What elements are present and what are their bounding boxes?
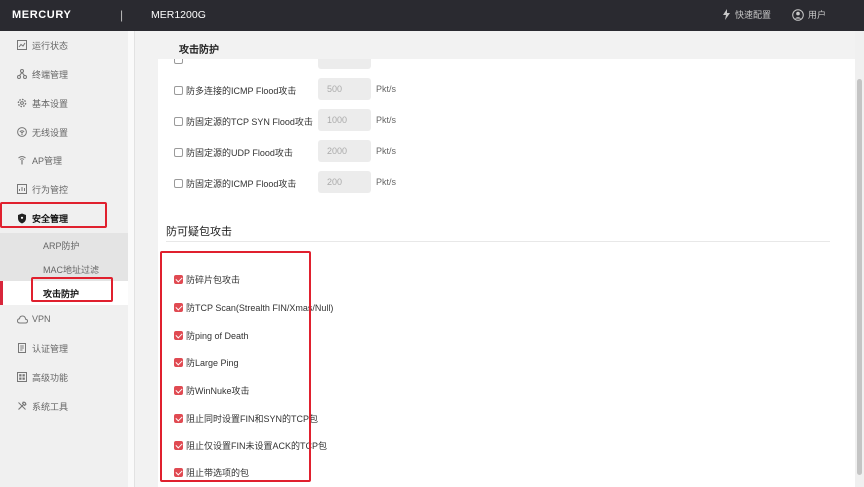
flood-row-tcp-syn: 防固定源的TCP SYN Flood攻击 xyxy=(174,115,313,128)
sidebar-item-ap[interactable]: AP管理 xyxy=(0,147,128,173)
model-name: MER1200G xyxy=(151,9,206,21)
cloud-icon xyxy=(16,313,28,325)
sidebar-item-label: 高级功能 xyxy=(32,372,69,383)
sidebar-item-label: 终端管理 xyxy=(32,69,69,80)
sidebar-subitem-label: MAC地址过滤 xyxy=(43,264,99,275)
partial-number-input[interactable] xyxy=(318,59,371,69)
sidebar-item-label: 行为管控 xyxy=(32,184,69,195)
sidebar-item-tools[interactable]: 系统工具 xyxy=(0,393,128,419)
highlight-security-menu xyxy=(0,202,107,228)
sidebar-item-label: 无线设置 xyxy=(32,127,69,138)
sidebar-item-basic[interactable]: 基本设置 xyxy=(0,90,128,116)
user-icon xyxy=(792,8,804,21)
user-menu-button[interactable]: 用户 xyxy=(792,8,826,21)
flood-threshold-input[interactable]: 200 xyxy=(318,171,371,193)
sidebar-subitem-arp[interactable]: ARP防护 xyxy=(0,233,128,257)
gear-icon xyxy=(16,97,28,109)
checkbox[interactable] xyxy=(174,148,183,157)
sidebar-item-label: 系统工具 xyxy=(32,401,69,412)
monitor-icon xyxy=(16,39,28,51)
quick-setup-button[interactable]: 快速配置 xyxy=(722,8,771,21)
sidebar-item-label: 运行状态 xyxy=(32,40,69,51)
sidebar-item-label: 认证管理 xyxy=(32,343,69,354)
advanced-icon xyxy=(16,371,28,383)
quick-setup-label: 快速配置 xyxy=(735,10,772,20)
brand-logo: MERCURY xyxy=(12,9,72,21)
unit-label: Pkt/s xyxy=(376,84,397,94)
network-icon xyxy=(16,68,28,80)
sidebar-item-vpn[interactable]: VPN xyxy=(0,306,128,332)
top-bar: MERCURY | MER1200G 快速配置 用户 xyxy=(0,0,864,31)
flood-row-partial xyxy=(174,59,186,64)
flood-row-udp: 防固定源的UDP Flood攻击 xyxy=(174,146,293,159)
unit-label: Pkt/s xyxy=(376,146,397,156)
user-label: 用户 xyxy=(808,10,827,20)
sidebar-item-label: AP管理 xyxy=(32,155,63,166)
highlight-attack-defense xyxy=(31,277,113,302)
sidebar-item-wireless[interactable]: 无线设置 xyxy=(0,119,128,145)
sidebar-item-terminal[interactable]: 终端管理 xyxy=(0,61,128,87)
flood-threshold-input[interactable]: 1000 xyxy=(318,109,371,131)
page-title: 攻击防护 xyxy=(179,45,219,56)
section-title: 防可疑包攻击 xyxy=(166,226,232,238)
behavior-icon xyxy=(16,183,28,195)
checkbox[interactable] xyxy=(174,59,183,64)
flood-row-label: 防多连接的ICMP Flood攻击 xyxy=(186,86,297,96)
lightning-icon xyxy=(723,9,730,20)
flood-threshold-input[interactable]: 500 xyxy=(318,78,371,100)
clipped-row-area xyxy=(135,59,855,87)
ap-icon xyxy=(16,154,28,166)
checkbox[interactable] xyxy=(174,117,183,126)
sidebar-subitem-label: ARP防护 xyxy=(43,240,80,251)
checkbox[interactable] xyxy=(174,86,183,95)
unit-label: Pkt/s xyxy=(376,115,397,125)
wifi-icon xyxy=(16,126,28,138)
flood-row-label: 防固定源的ICMP Flood攻击 xyxy=(186,179,297,189)
sidebar-scrollbar[interactable] xyxy=(128,31,135,487)
flood-threshold-input[interactable]: 2000 xyxy=(318,140,371,162)
scrollbar-thumb[interactable] xyxy=(857,79,862,475)
sidebar-item-advanced[interactable]: 高级功能 xyxy=(0,364,128,390)
tools-icon xyxy=(16,400,28,412)
header-separator: | xyxy=(120,8,124,22)
flood-row-label: 防固定源的TCP SYN Flood攻击 xyxy=(186,117,313,127)
flood-row-label: 防固定源的UDP Flood攻击 xyxy=(186,148,293,158)
auth-icon xyxy=(16,342,28,354)
checkbox[interactable] xyxy=(174,179,183,188)
flood-row-icmp-multi: 防多连接的ICMP Flood攻击 xyxy=(174,84,296,97)
sidebar-item-status[interactable]: 运行状态 xyxy=(0,32,128,58)
section-divider xyxy=(166,241,830,242)
unit-label: Pkt/s xyxy=(376,177,397,187)
main-scrollbar[interactable] xyxy=(855,31,864,487)
highlight-suspicious-options xyxy=(160,251,311,482)
sidebar-item-auth[interactable]: 认证管理 xyxy=(0,335,128,361)
sidebar-item-label: 基本设置 xyxy=(32,98,69,109)
sidebar-item-behavior[interactable]: 行为管控 xyxy=(0,176,128,202)
flood-row-icmp-fixed: 防固定源的ICMP Flood攻击 xyxy=(174,177,296,190)
sidebar-item-label: VPN xyxy=(32,314,51,324)
